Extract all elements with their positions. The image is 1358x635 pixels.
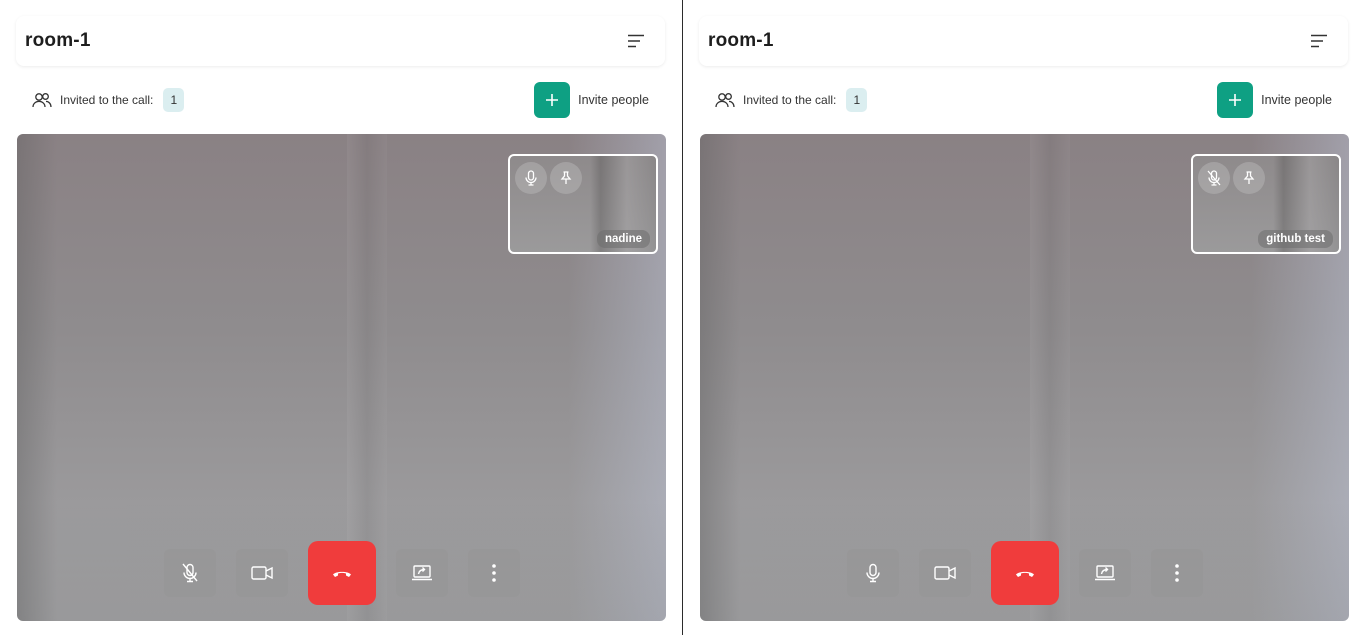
- phone-hangup-icon: [332, 571, 351, 577]
- hang-up-button[interactable]: [307, 541, 376, 605]
- more-vertical-icon: [1174, 564, 1179, 582]
- room-header: room-1: [699, 16, 1348, 66]
- participant-mic-icon[interactable]: [515, 162, 547, 194]
- people-icon: [32, 92, 52, 108]
- people-icon: [715, 92, 735, 108]
- invite-people-button[interactable]: Invite people: [1217, 82, 1332, 118]
- call-info-bar: Invited to the call: 1 Invite people: [699, 82, 1348, 118]
- call-controls: [17, 541, 666, 605]
- pin-icon[interactable]: [1233, 162, 1265, 194]
- participant-muted-mic-icon[interactable]: [1198, 162, 1230, 194]
- hang-up-button[interactable]: [990, 541, 1059, 605]
- more-options-button[interactable]: [1150, 549, 1203, 597]
- room-title: room-1: [708, 30, 774, 51]
- invited-label: Invited to the call:: [60, 93, 154, 107]
- invited-info: Invited to the call: 1: [32, 88, 185, 112]
- main-video: github test: [700, 134, 1349, 621]
- mic-icon: [865, 563, 880, 583]
- camera-button[interactable]: [918, 549, 971, 597]
- video-camera-icon: [933, 566, 956, 580]
- screen-share-icon: [1094, 565, 1115, 581]
- screen-share-icon: [411, 565, 432, 581]
- invite-people-label[interactable]: Invite people: [578, 93, 649, 107]
- call-pane-left: room-1 Invited to the call: 1 Invite peo…: [0, 0, 682, 635]
- mic-button[interactable]: [846, 549, 899, 597]
- camera-button[interactable]: [235, 549, 288, 597]
- thumbnail-controls: [1198, 162, 1265, 194]
- thumbnail-controls: [515, 162, 582, 194]
- participant-name-label: nadine: [596, 230, 650, 248]
- call-controls: [700, 541, 1349, 605]
- sidebar-menu-icon[interactable]: [1308, 30, 1330, 52]
- invited-count-badge: 1: [846, 88, 868, 112]
- plus-icon[interactable]: [534, 82, 571, 118]
- invite-people-button[interactable]: Invite people: [534, 82, 649, 118]
- plus-icon[interactable]: [1217, 82, 1254, 118]
- main-video: nadine: [17, 134, 666, 621]
- participant-thumbnail[interactable]: nadine: [508, 154, 658, 254]
- call-info-bar: Invited to the call: 1 Invite people: [16, 82, 665, 118]
- video-camera-icon: [250, 566, 273, 580]
- room-title: room-1: [25, 30, 91, 51]
- invited-info: Invited to the call: 1: [715, 88, 868, 112]
- mute-mic-button[interactable]: [163, 549, 216, 597]
- call-pane-right: room-1 Invited to the call: 1 Invite peo…: [683, 0, 1358, 635]
- invited-count-badge: 1: [163, 88, 185, 112]
- more-vertical-icon: [491, 564, 496, 582]
- room-header: room-1: [16, 16, 665, 66]
- screen-share-button[interactable]: [395, 549, 448, 597]
- pin-icon[interactable]: [550, 162, 582, 194]
- more-options-button[interactable]: [467, 549, 520, 597]
- participant-name-label: github test: [1258, 230, 1333, 248]
- muted-mic-icon: [181, 563, 198, 583]
- phone-hangup-icon: [1015, 571, 1034, 577]
- sidebar-menu-icon[interactable]: [625, 30, 647, 52]
- screen-share-button[interactable]: [1078, 549, 1131, 597]
- invite-people-label[interactable]: Invite people: [1261, 93, 1332, 107]
- invited-label: Invited to the call:: [743, 93, 837, 107]
- participant-thumbnail[interactable]: github test: [1191, 154, 1341, 254]
